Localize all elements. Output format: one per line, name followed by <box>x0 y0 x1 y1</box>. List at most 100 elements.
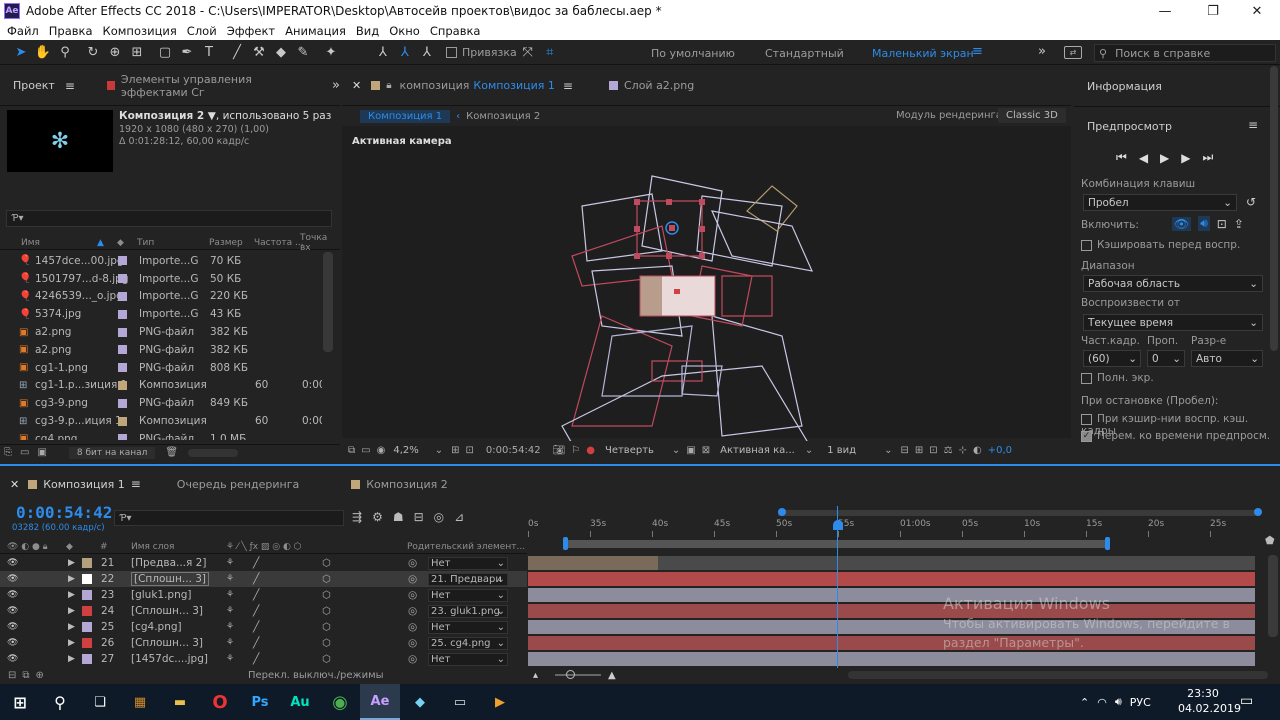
snapping-checkbox[interactable] <box>446 46 457 58</box>
3d-layer-icon[interactable]: ⬡ <box>322 590 331 601</box>
project-item[interactable]: 🎈 1457dce...00.jpg Importe...G 70 КБ <box>0 252 322 270</box>
eraser-tool-icon[interactable]: ◆ <box>270 41 292 63</box>
help-search-input[interactable]: ⚲ Поиск в справке <box>1094 44 1276 62</box>
interpret-footage-icon[interactable]: ⎘ <box>4 447 12 458</box>
layer-name[interactable]: [Предва...я 2] <box>131 557 206 569</box>
layer-label-color[interactable] <box>82 638 92 648</box>
breadcrumb-comp-2[interactable]: Композиция 2 <box>466 111 540 122</box>
network-icon[interactable]: ◠ <box>1097 696 1107 709</box>
3d-layer-icon[interactable]: ⬡ <box>322 638 331 649</box>
after-effects-taskbar-icon[interactable]: Ae <box>360 684 400 720</box>
puppet-tool-icon[interactable]: ✦ <box>320 41 342 63</box>
skip-select[interactable]: 0 ⌄ <box>1147 350 1185 367</box>
timeline-link-icon[interactable]: ⚖ <box>944 445 953 456</box>
clock[interactable]: 23:30 04.02.2019 <box>1178 687 1241 715</box>
fit-icon[interactable]: ⊞ <box>451 445 459 456</box>
app-blue-icon[interactable]: ◆ <box>400 684 440 720</box>
motion-blur-icon[interactable]: ◎ <box>434 510 444 524</box>
renderer-value[interactable]: Classic 3D <box>998 108 1066 123</box>
col-type[interactable]: Тип <box>137 238 154 248</box>
time-ruler[interactable]: 0s 35s 40s 45s 50s 55s 01:00s 05s 10s 15s 20s 25s <box>528 503 1268 554</box>
layer-duration-bar[interactable] <box>528 572 1255 586</box>
type-tool-icon[interactable]: T <box>198 41 220 63</box>
3d-layer-icon[interactable]: ⬡ <box>322 606 331 617</box>
pickwhip-icon[interactable]: ◎ <box>408 557 417 569</box>
shy-switch-icon[interactable]: ⚘ <box>226 606 234 616</box>
expand-arrow-icon[interactable]: ▶ <box>68 558 75 568</box>
snap-features-icon[interactable]: ⌗ <box>539 41 561 63</box>
cache-before-option[interactable]: Кэшировать перед воспр. <box>1081 239 1240 251</box>
3d-layer-icon[interactable]: ⬡ <box>322 574 331 585</box>
shy-switch-icon[interactable]: ⚘ <box>226 574 234 584</box>
project-item[interactable]: ▣ a2.png PNG-файл 382 КБ <box>0 341 322 359</box>
brush-tool-icon[interactable]: ╱ <box>226 41 248 63</box>
zoom-tool-icon[interactable]: ⚲ <box>54 41 76 63</box>
layer-name[interactable]: [Сплошн... 3] <box>131 572 210 586</box>
pickwhip-icon[interactable]: ◎ <box>408 589 417 601</box>
menu-layer[interactable]: Слой <box>182 24 222 38</box>
eye-icon[interactable]: 👁︎ <box>7 606 18 616</box>
shy-switch-icon[interactable]: ⚘ <box>226 638 234 648</box>
expand-arrow-icon[interactable]: ▶ <box>68 622 75 632</box>
horizontal-scrollbar[interactable] <box>848 671 1268 679</box>
timeline-layer-row[interactable]: 👁︎ ▶ 23 [gluk1.png] ⚘ ╱ ⬡ ◎ Нет ⌄ <box>0 587 527 603</box>
menu-effect[interactable]: Эффект <box>222 24 280 38</box>
viewer-canvas[interactable]: Активная камера <box>342 126 1071 441</box>
workspace-more-icon[interactable]: » <box>1038 44 1046 59</box>
chrome-icon[interactable]: ◉ <box>320 684 360 720</box>
range-select[interactable]: Рабочая область ⌄ <box>1083 275 1263 292</box>
workspace-small-screen[interactable]: Маленький экран <box>872 47 974 60</box>
include-video-icon[interactable]: 👁︎ <box>1172 216 1192 231</box>
start-button-icon[interactable]: ⊞ <box>0 684 40 720</box>
app-window-icon[interactable]: ▭ <box>440 684 480 720</box>
current-timecode[interactable]: 0:00:54:42 <box>16 503 112 522</box>
project-item[interactable]: ▣ cg4.png PNG-файл 1,0 МБ <box>0 430 322 440</box>
project-item[interactable]: 🎈 5374.jpg Importe...G 43 КБ <box>0 305 322 323</box>
camera-view-select[interactable]: Активная ка... <box>720 445 795 456</box>
eye-icon[interactable]: 👁︎ <box>7 638 18 648</box>
shy-layers-icon[interactable]: ☗ <box>393 510 404 524</box>
zoom-slider[interactable] <box>555 674 601 676</box>
col-size[interactable]: Размер <box>209 238 243 248</box>
parent-select[interactable]: Нет ⌄ <box>428 652 508 666</box>
resolution-dropdown-icon[interactable]: ⌄ <box>672 445 680 456</box>
fullscreen-checkbox[interactable] <box>1081 372 1092 384</box>
monitor-icon[interactable]: ▭ <box>361 445 370 456</box>
layer-label-color[interactable] <box>82 654 92 664</box>
graph-editor-icon[interactable]: ⊿ <box>454 510 464 524</box>
project-search-input[interactable]: Ƥ▾ <box>6 210 332 227</box>
expand-arrow-icon[interactable]: ▶ <box>68 638 75 648</box>
project-item[interactable]: 🎈 1501797...d-8.jpg Importe...G 50 КБ <box>0 270 322 288</box>
pixel-aspect-icon[interactable]: ⊟ <box>900 445 908 456</box>
3d-layer-icon[interactable]: ⬡ <box>322 654 331 665</box>
quality-switch-icon[interactable]: ╱ <box>253 621 259 633</box>
views-layout-select[interactable]: 1 вид <box>827 445 856 456</box>
cache-before-checkbox[interactable] <box>1081 239 1092 251</box>
layer-label-color[interactable] <box>82 558 92 568</box>
fullscreen-option[interactable]: Полн. экр. <box>1081 372 1154 384</box>
layer-label-color[interactable] <box>82 590 92 600</box>
audition-icon[interactable]: Au <box>280 684 320 720</box>
expand-stretch-icon[interactable]: ⊕ <box>36 670 44 681</box>
shortcut-select[interactable]: Пробел ⌄ <box>1083 194 1237 211</box>
cache-frames-checkbox[interactable] <box>1081 413 1092 425</box>
pen-tool-icon[interactable]: ✒ <box>176 41 198 63</box>
layer-label-color[interactable] <box>82 606 92 616</box>
menu-file[interactable]: Файл <box>2 24 44 38</box>
quality-switch-icon[interactable]: ╱ <box>253 557 259 569</box>
channel-rgb-icon[interactable]: ● <box>586 445 595 456</box>
transparency-grid-icon[interactable]: ⊠ <box>702 445 710 456</box>
tab-composition-1[interactable]: Композиция 1 <box>473 79 555 92</box>
parent-select[interactable]: Нет ⌄ <box>428 556 508 570</box>
view-axis-icon[interactable]: ⅄ <box>416 41 438 63</box>
pickwhip-icon[interactable]: ◎ <box>408 653 417 665</box>
eye-icon[interactable]: 👁︎ <box>7 622 18 632</box>
delete-icon[interactable]: 🗑 <box>165 447 178 458</box>
quality-switch-icon[interactable]: ╱ <box>253 637 259 649</box>
timeline-tab-comp-1[interactable]: Композиция 1 <box>43 478 125 491</box>
project-item[interactable]: ▣ cg1-1.png PNG-файл 808 КБ <box>0 359 322 377</box>
project-scrollbar[interactable] <box>323 252 333 352</box>
col-parent[interactable]: Родительский элемент... <box>407 542 525 552</box>
vr-icon[interactable]: ◉ <box>377 445 386 456</box>
resolution-select[interactable]: Четверть <box>605 445 654 456</box>
